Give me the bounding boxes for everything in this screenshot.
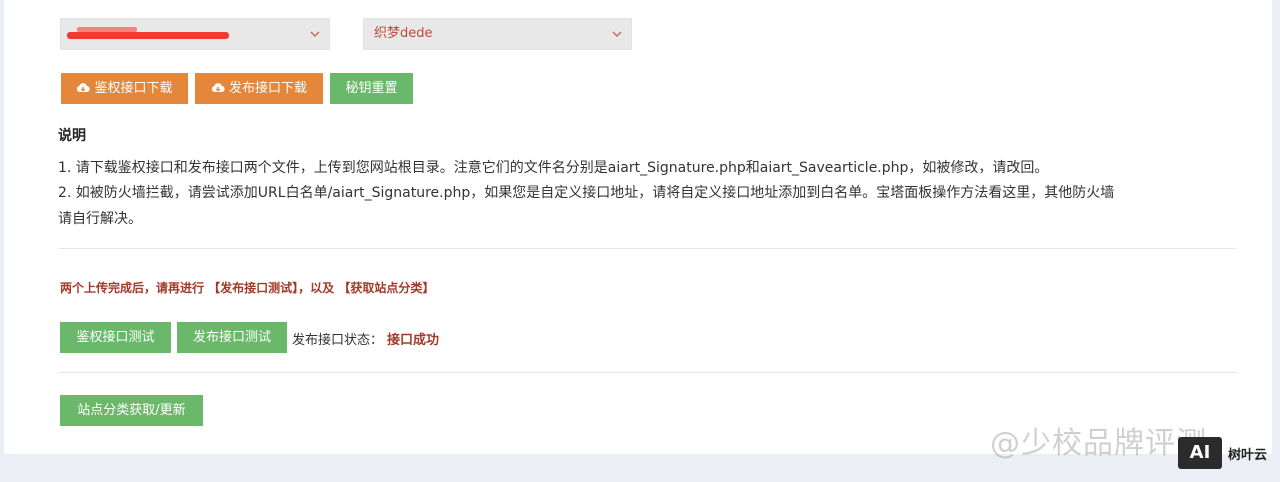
- publish-test-button[interactable]: 发布接口测试: [177, 322, 287, 353]
- chevron-down-icon: [310, 31, 320, 37]
- category-fetch-label: 站点分类获取/更新: [77, 403, 186, 418]
- site-select[interactable]: [60, 18, 330, 50]
- publish-download-label: 发布接口下载: [228, 81, 307, 96]
- main-panel: [4, 0, 1272, 454]
- auth-download-button[interactable]: 鉴权接口下载: [61, 73, 188, 104]
- instruction-line-2: 2. 如被防火墙拦截，请尝试添加URL白名单/aiart_Signature.p…: [58, 185, 1115, 201]
- auth-test-button[interactable]: 鉴权接口测试: [60, 322, 171, 353]
- instructions-title: 说明: [58, 128, 86, 144]
- cloud-download-icon: [211, 83, 225, 93]
- reset-key-button[interactable]: 秘钥重置: [330, 73, 413, 104]
- category-fetch-button[interactable]: 站点分类获取/更新: [60, 395, 203, 426]
- auth-test-label: 鉴权接口测试: [76, 330, 155, 345]
- watermark-logo: AI: [1178, 437, 1222, 469]
- cloud-download-icon: [77, 83, 91, 93]
- reset-key-label: 秘钥重置: [345, 81, 398, 96]
- divider: [58, 372, 1236, 373]
- publish-download-button[interactable]: 发布接口下载: [195, 73, 323, 104]
- instruction-line-1: 1. 请下载鉴权接口和发布接口两个文件，上传到您网站根目录。注意它们的文件名分别…: [58, 160, 1049, 176]
- upload-notice: 两个上传完成后，请再进行 【发布接口测试】，以及 【获取站点分类】: [60, 281, 435, 295]
- cms-select[interactable]: 织梦dede: [363, 18, 632, 50]
- cms-select-value: 织梦dede: [374, 26, 433, 41]
- publish-status-label: 发布接口状态：: [292, 333, 384, 348]
- watermark-text: @少校品牌评测: [990, 426, 1207, 461]
- instruction-line-2-continued: 请自行解决。: [58, 211, 142, 227]
- publish-test-label: 发布接口测试: [192, 330, 271, 345]
- redaction-mark: [67, 32, 229, 39]
- auth-download-label: 鉴权接口下载: [94, 81, 173, 96]
- chevron-down-icon: [612, 31, 622, 37]
- watermark-brand: 树叶云: [1228, 448, 1268, 463]
- divider: [58, 248, 1236, 249]
- redaction-mark-secondary: [77, 27, 137, 32]
- publish-status-value: 接口成功: [387, 333, 440, 348]
